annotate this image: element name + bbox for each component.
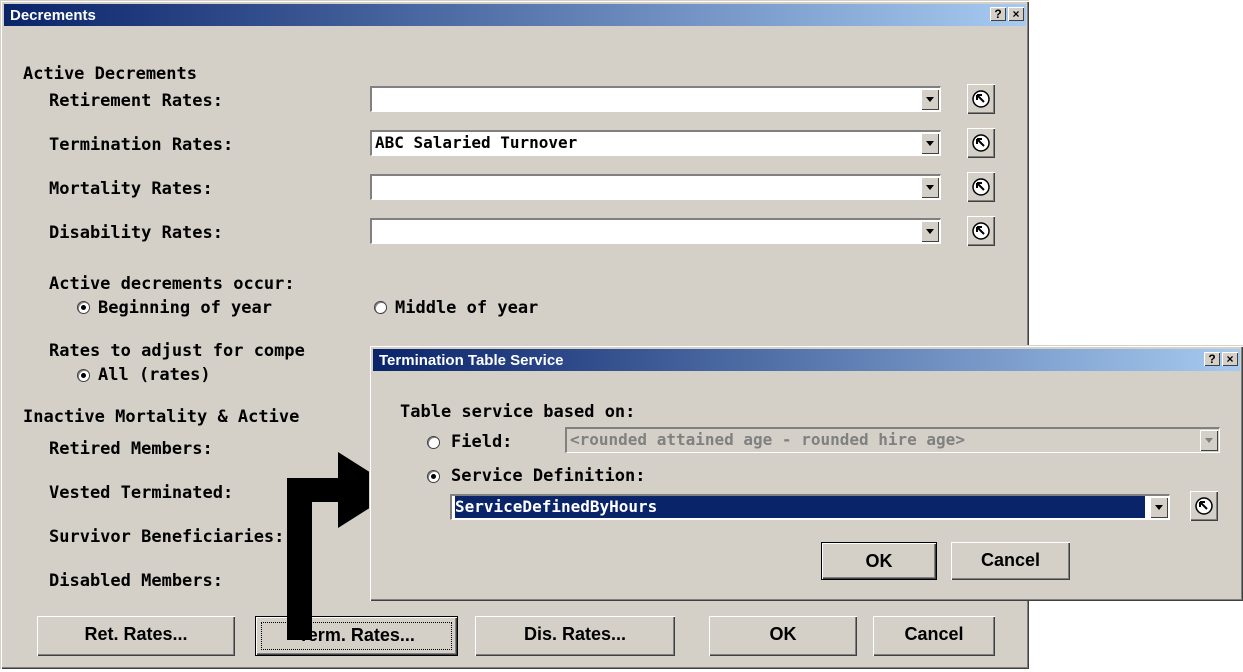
dropdown-arrow-icon[interactable] [921, 89, 939, 110]
all-rates-label[interactable]: All (rates) [98, 365, 211, 385]
termination-rates-label: Termination Rates: [49, 135, 234, 155]
mortality-rates-combo[interactable] [370, 174, 941, 200]
tts-title: Termination Table Service [379, 352, 564, 369]
field-combo[interactable]: <rounded attained age - rounded hire age… [565, 427, 1220, 453]
retirement-rates-label: Retirement Rates: [49, 91, 223, 111]
occur-label: Active decrements occur: [49, 274, 295, 294]
survivor-beneficiaries-label: Survivor Beneficiaries: [49, 527, 285, 547]
decrements-title-bar[interactable]: Decrements ? × [4, 4, 1026, 26]
close-icon[interactable]: × [1222, 352, 1238, 366]
beginning-of-year-radio[interactable] [77, 301, 90, 314]
decrements-title: Decrements [10, 7, 96, 24]
dropdown-arrow-icon[interactable] [1150, 497, 1168, 518]
vested-terminated-label: Vested Terminated: [49, 483, 234, 503]
pick-arrow-icon [1195, 497, 1213, 515]
retired-members-label: Retired Members: [49, 439, 213, 459]
field-radio[interactable] [427, 436, 440, 449]
retirement-rates-combo[interactable] [370, 86, 941, 112]
disability-pick-button[interactable] [967, 216, 995, 246]
adjust-label: Rates to adjust for compe [49, 341, 305, 361]
dis-rates-button[interactable]: Dis. Rates... [475, 616, 675, 656]
service-definition-pick-button[interactable] [1190, 491, 1218, 521]
beginning-of-year-label[interactable]: Beginning of year [98, 298, 272, 318]
pick-arrow-icon [972, 178, 990, 196]
disability-rates-combo[interactable] [370, 218, 941, 244]
dropdown-arrow-icon[interactable] [1200, 430, 1218, 451]
close-icon[interactable]: × [1008, 7, 1024, 21]
tts-ok-button[interactable]: OK [821, 542, 937, 580]
mortality-rates-label: Mortality Rates: [49, 179, 213, 199]
pick-arrow-icon [972, 134, 990, 152]
dropdown-arrow-icon[interactable] [921, 133, 939, 154]
mortality-pick-button[interactable] [967, 172, 995, 202]
help-icon[interactable]: ? [1204, 352, 1220, 366]
all-rates-radio[interactable] [77, 369, 90, 382]
service-definition-combo[interactable]: ServiceDefinedByHours [450, 494, 1170, 520]
pick-arrow-icon [972, 90, 990, 108]
service-definition-label[interactable]: Service Definition: [451, 466, 645, 486]
tts-title-bar[interactable]: Termination Table Service ? × [373, 349, 1240, 371]
dropdown-arrow-icon[interactable] [921, 221, 939, 242]
inactive-heading: Inactive Mortality & Active [23, 407, 300, 427]
cancel-button[interactable]: Cancel [873, 616, 995, 656]
ok-button[interactable]: OK [709, 616, 857, 656]
retirement-pick-button[interactable] [967, 84, 995, 114]
ret-rates-button[interactable]: Ret. Rates... [37, 616, 235, 656]
middle-of-year-radio[interactable] [374, 301, 387, 314]
based-on-label: Table service based on: [400, 402, 636, 422]
middle-of-year-label[interactable]: Middle of year [395, 298, 538, 318]
disabled-members-label: Disabled Members: [49, 571, 223, 591]
pick-arrow-icon [972, 222, 990, 240]
field-label[interactable]: Field: [451, 432, 512, 452]
dropdown-arrow-icon[interactable] [921, 177, 939, 198]
service-definition-radio[interactable] [427, 470, 440, 483]
help-icon[interactable]: ? [990, 7, 1006, 21]
termination-table-service-dialog: Termination Table Service ? × Table serv… [369, 345, 1243, 601]
tts-cancel-button[interactable]: Cancel [951, 542, 1070, 580]
disability-rates-label: Disability Rates: [49, 223, 223, 243]
termination-rates-combo[interactable]: ABC Salaried Turnover [370, 130, 941, 156]
active-decrements-heading: Active Decrements [23, 64, 197, 84]
termination-pick-button[interactable] [967, 128, 995, 158]
